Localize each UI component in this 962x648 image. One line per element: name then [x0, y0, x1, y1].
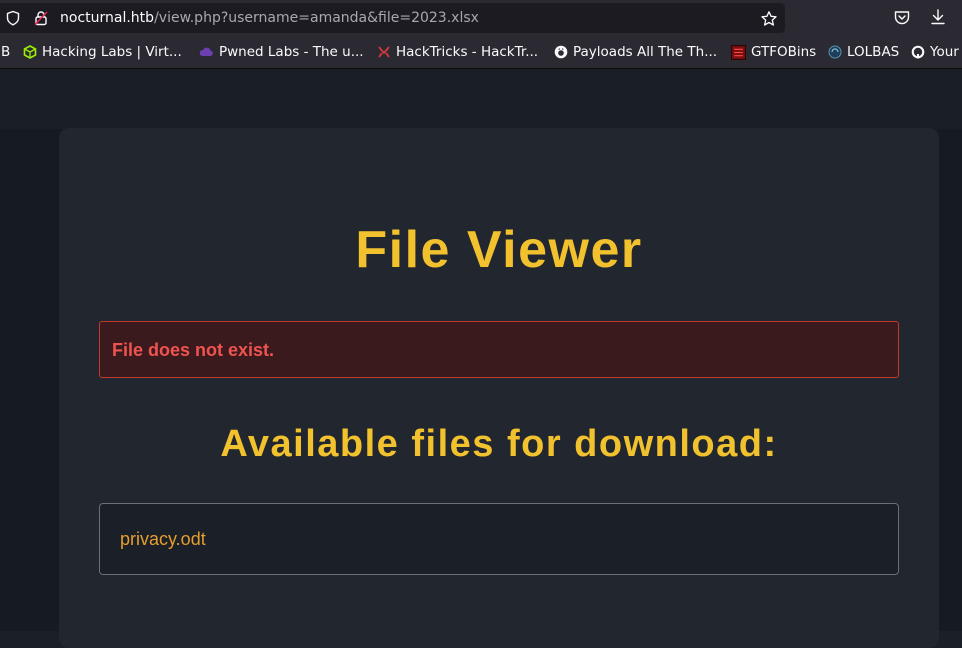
page-title: File Viewer	[355, 221, 643, 279]
bookmark-label: GTFOBins	[751, 44, 817, 60]
github-icon	[554, 45, 568, 59]
bookmark-gtfobins[interactable]: GTFOBins	[731, 36, 816, 68]
bookmark-label: Your	[930, 44, 959, 60]
cube-icon	[23, 45, 37, 59]
file-download-link[interactable]: privacy.odt	[120, 529, 206, 550]
bookmark-label: Hacking Labs | Virt...	[42, 44, 182, 60]
url-text[interactable]: nocturnal.htb/view.php?username=amanda&f…	[60, 9, 479, 27]
bookmark-label: HackTricks - HackTr...	[396, 44, 539, 60]
url-path: /view.php?username=amanda&file=2023.xlsx	[154, 10, 479, 26]
bookmark-label: Pwned Labs - The u...	[219, 44, 364, 60]
bookmark-payloads[interactable]: Payloads All The Th...	[554, 36, 717, 68]
lock-icon[interactable]	[33, 10, 49, 26]
file-list-item: privacy.odt	[99, 503, 899, 575]
error-message: File does not exist.	[112, 340, 275, 360]
bookmark-label: B	[1, 44, 11, 60]
browser-toolbar: nocturnal.htb/view.php?username=amanda&f…	[0, 0, 962, 36]
github-icon	[911, 45, 925, 59]
page-header-strip	[0, 69, 962, 129]
hacktricks-icon	[378, 46, 390, 58]
gtfobins-icon	[731, 44, 746, 60]
url-host: nocturnal.htb	[60, 10, 155, 26]
files-heading: Available files for download:	[220, 423, 778, 465]
cloud-icon	[199, 47, 213, 56]
shield-icon[interactable]	[5, 10, 21, 26]
download-icon[interactable]	[929, 8, 947, 26]
bookmark-lolbas[interactable]: LOLBAS	[828, 36, 899, 68]
address-bar[interactable]: nocturnal.htb/view.php?username=amanda&f…	[0, 3, 785, 33]
bookmarks-toolbar: B Hacking Labs | Virt... Pwned Labs - Th…	[0, 36, 962, 69]
bookmark-hacking-labs[interactable]: Hacking Labs | Virt...	[23, 36, 182, 68]
bookmark-your[interactable]: Your	[911, 36, 959, 68]
error-alert: File does not exist.	[99, 321, 899, 378]
bookmark-pwned-labs[interactable]: Pwned Labs - The u...	[199, 36, 364, 68]
bookmark-hacktricks[interactable]: HackTricks - HackTr...	[377, 36, 538, 68]
pocket-icon[interactable]	[893, 9, 911, 27]
star-icon[interactable]	[760, 10, 778, 28]
bookmark-label: Payloads All The Th...	[573, 44, 718, 60]
bookmark-label: LOLBAS	[847, 44, 900, 60]
lolbas-icon	[828, 45, 842, 59]
bookmark-item[interactable]: B	[1, 36, 10, 68]
